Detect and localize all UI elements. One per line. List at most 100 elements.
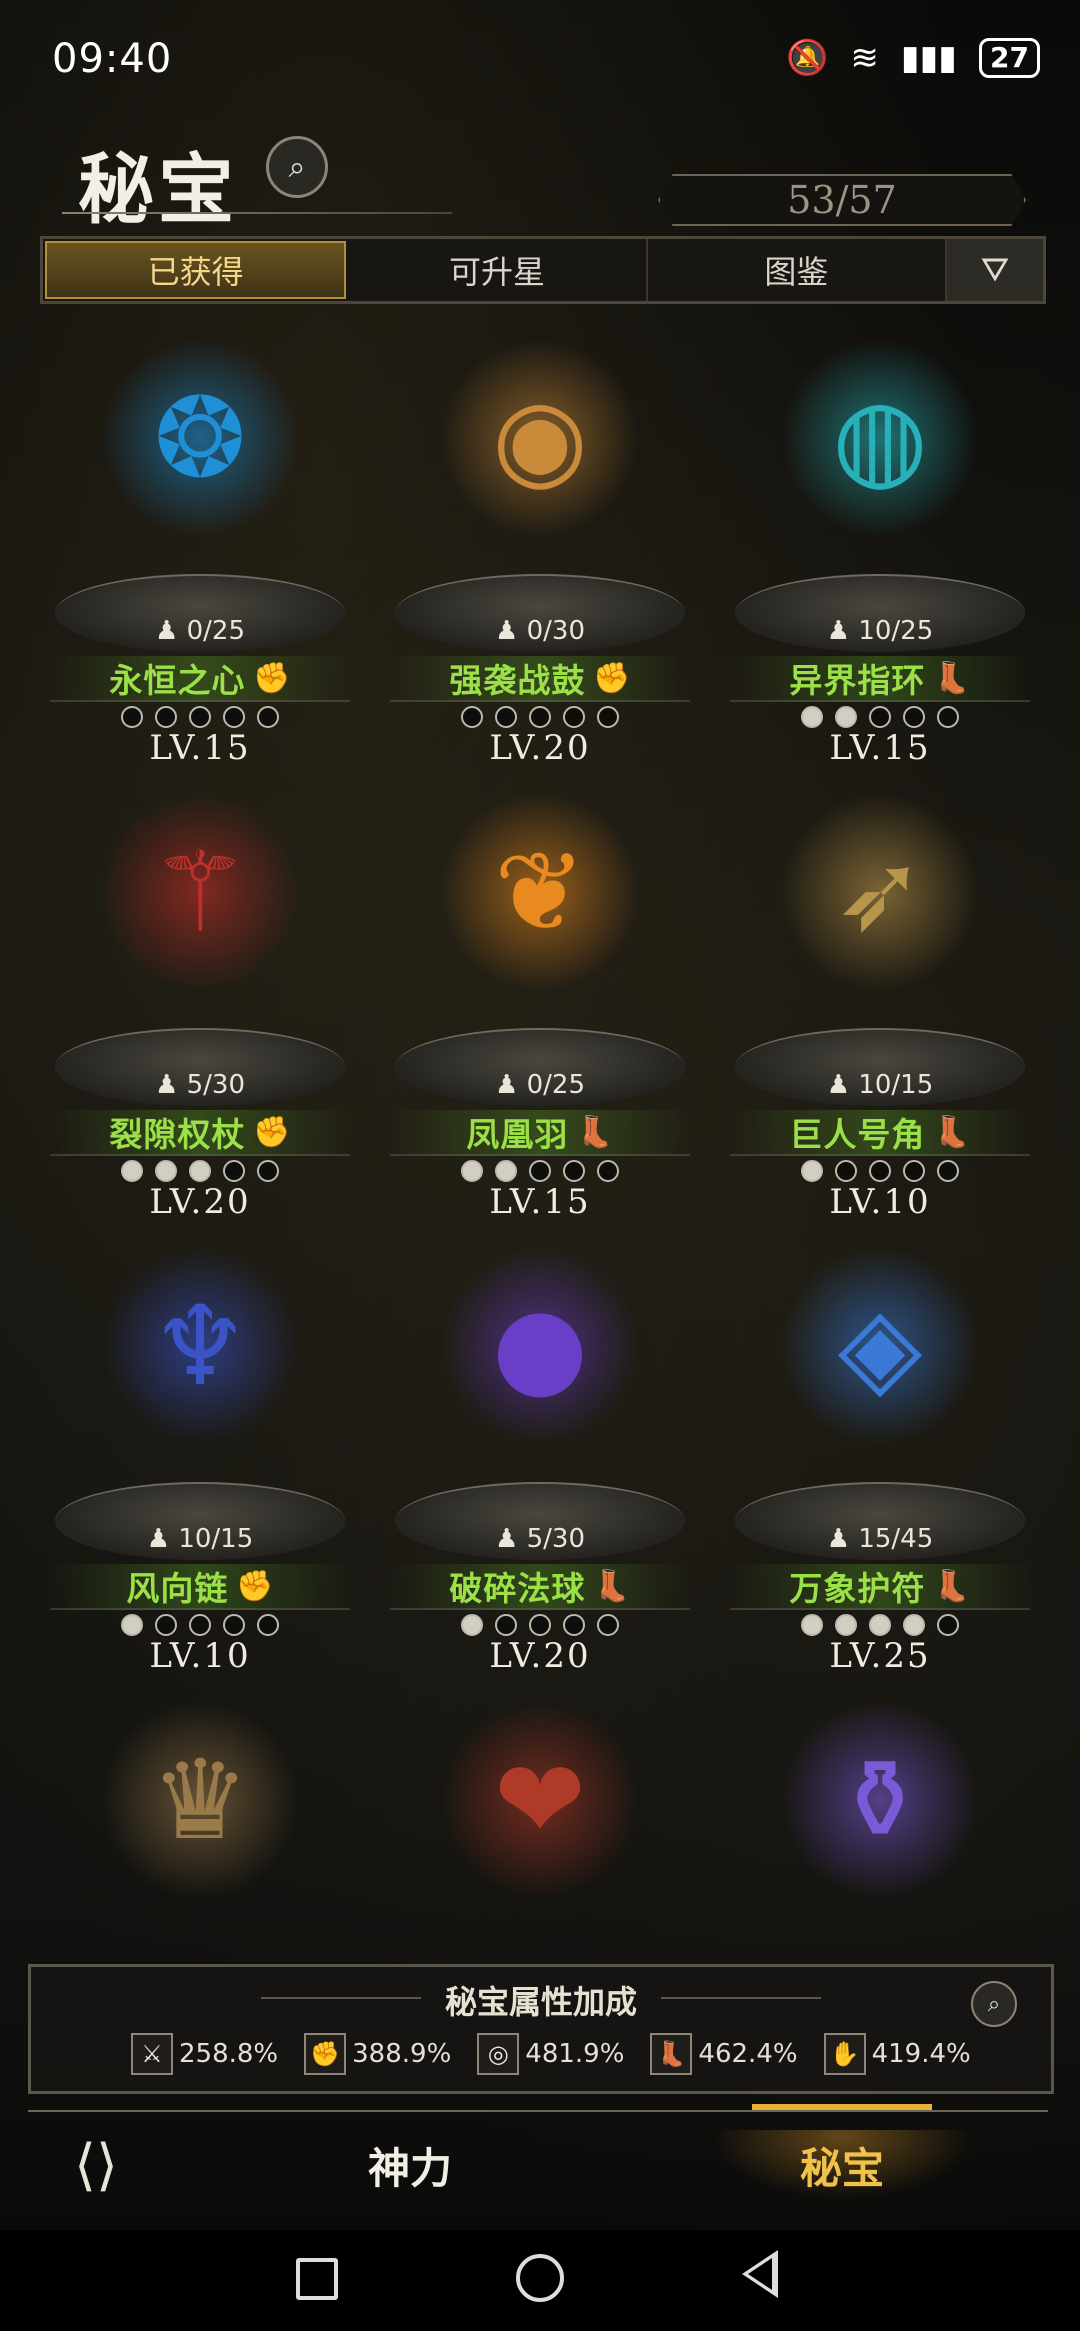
- star-slot: [529, 706, 551, 728]
- treasure-card[interactable]: ♆ ♟ 10/15 风向链 ✊ LV.10: [30, 1226, 370, 1680]
- treasure-card[interactable]: ● ♟ 5/30 破碎法球 👢 LV.20: [370, 1226, 710, 1680]
- tab-upgradable[interactable]: 可升星: [348, 239, 648, 301]
- filter-icon[interactable]: ⛛: [946, 239, 1043, 301]
- back-arrow-icon[interactable]: ⟨⟩: [56, 2130, 136, 2200]
- star-slot: [869, 706, 891, 728]
- treasure-card[interactable]: ⚚ ♟ 5/30 裂隙权杖 ✊ LV.20: [30, 772, 370, 1226]
- scepter-icon: ⚚: [100, 792, 300, 992]
- treasure-card[interactable]: ❂ ♟ 0/25 永恒之心 ✊ LV.15: [30, 318, 370, 772]
- boot-icon: 👢: [576, 1114, 614, 1150]
- tab-codex[interactable]: 图鉴: [648, 239, 947, 301]
- treasure-card[interactable]: ◉ ♟ 0/30 强袭战鼓 ✊ LV.20: [370, 318, 710, 772]
- item-level: LV.15: [149, 728, 251, 768]
- attribute-bonus-panel: 秘宝属性加成 ⌕ ⚔ 258.8% ✊ 388.9% ◎ 481.9% 👢 462.4%…: [28, 1964, 1054, 2094]
- boot-swirl-icon: 👢: [933, 660, 971, 696]
- shard-count: ♟ 10/15: [146, 1524, 254, 1554]
- star-slot: [257, 1614, 279, 1636]
- shard-count: ♟ 10/15: [826, 1070, 934, 1100]
- item-name-row: 破碎法球 👢: [390, 1564, 690, 1610]
- war-drum-icon: ◉: [440, 338, 640, 538]
- item-name-row: 裂隙权杖 ✊: [50, 1110, 350, 1156]
- treasure-card[interactable]: ◍ ♟ 10/25 异界指环 👢 LV.15: [710, 318, 1050, 772]
- treasure-card[interactable]: ❦ ♟ 0/25 凤凰羽 👢 LV.15: [370, 772, 710, 1226]
- star-slot: [801, 706, 823, 728]
- star-slot: [495, 706, 517, 728]
- item-name: 万象护符: [789, 1569, 926, 1608]
- claw-icon: ✋: [823, 2033, 866, 2075]
- system-back-button[interactable]: [742, 2250, 778, 2298]
- bonus-search-icon[interactable]: ⌕: [971, 1981, 1017, 2027]
- shard-value: 10/25: [858, 616, 934, 646]
- item-name-row: 凤凰羽 👢: [390, 1110, 690, 1156]
- item-name-row: 巨人号角 👢: [730, 1110, 1030, 1156]
- star-slot: [121, 706, 143, 728]
- recents-button[interactable]: [296, 2258, 338, 2300]
- horn-icon: ➶: [780, 792, 980, 992]
- status-time: 09:40: [52, 36, 173, 82]
- item-name: 凤凰羽: [466, 1115, 569, 1154]
- necklace-icon: ♆: [100, 1246, 300, 1446]
- status-icons: 🔕 ≋ ▮▮▮ 27: [786, 38, 1040, 78]
- status-bar: 09:40 🔕 ≋ ▮▮▮ 27: [0, 0, 1080, 120]
- item-level: LV.20: [489, 1636, 591, 1676]
- star-slot: [597, 1614, 619, 1636]
- star-rating: [370, 1160, 710, 1182]
- star-slot: [155, 706, 177, 728]
- ring-icon: ◍: [780, 338, 980, 538]
- star-slot: [903, 1614, 925, 1636]
- boot-swirl-icon: 👢: [933, 1568, 971, 1604]
- shard-value: 0/30: [526, 616, 585, 646]
- tab-obtained[interactable]: 已获得: [45, 241, 347, 299]
- star-slot: [223, 1160, 245, 1182]
- nav-divider: [28, 2110, 1048, 2112]
- boot-swirl-icon: 👢: [593, 1568, 631, 1604]
- item-name-row: 万象护符 👢: [730, 1564, 1030, 1610]
- star-slot: [563, 1160, 585, 1182]
- item-name: 异界指环: [789, 661, 926, 700]
- star-rating: [370, 706, 710, 728]
- star-rating: [710, 1614, 1050, 1636]
- star-slot: [801, 1160, 823, 1182]
- title-search-icon[interactable]: ⌕: [266, 136, 328, 198]
- star-slot: [937, 706, 959, 728]
- bonus-stats: ⚔ 258.8% ✊ 388.9% ◎ 481.9% 👢 462.4% ✋ 419.4%: [131, 2033, 971, 2075]
- battery-icon: 27: [979, 38, 1040, 78]
- stat-value: 258.8%: [179, 2039, 279, 2069]
- star-rating: [30, 1160, 370, 1182]
- amulet-icon: ◈: [780, 1246, 980, 1446]
- bonus-divider-right: [661, 1997, 821, 1999]
- item-name-row: 异界指环 👢: [730, 656, 1030, 702]
- treasure-grid: ❂ ♟ 0/25 永恒之心 ✊ LV.15 ◉ ♟ 0/30 强袭战鼓 ✊ LV.…: [30, 318, 1050, 2134]
- treasure-card[interactable]: ➶ ♟ 10/15 巨人号角 👢 LV.10: [710, 772, 1050, 1226]
- fist-icon: ✊: [304, 2033, 347, 2075]
- star-slot: [869, 1160, 891, 1182]
- home-button[interactable]: [516, 2254, 564, 2302]
- star-slot: [495, 1614, 517, 1636]
- star-slot: [155, 1614, 177, 1636]
- tab-bar: 已获得 可升星 图鉴 ⛛: [40, 236, 1046, 304]
- star-slot: [937, 1614, 959, 1636]
- fist-icon: ✊: [236, 1568, 274, 1604]
- star-slot: [597, 706, 619, 728]
- feather-icon: ❦: [440, 792, 640, 992]
- item-name: 裂隙权杖: [109, 1115, 246, 1154]
- treasure-card[interactable]: ◈ ♟ 15/45 万象护符 👢 LV.25: [710, 1226, 1050, 1680]
- nav-tab-treasure[interactable]: 秘宝: [712, 2130, 972, 2200]
- shard-count: ♟ 0/25: [495, 1070, 585, 1100]
- mute-icon: 🔕: [786, 38, 829, 78]
- stat-attack: ⚔ 258.8%: [131, 2033, 278, 2075]
- star-slot: [563, 706, 585, 728]
- title-divider: [62, 212, 452, 214]
- star-slot: [121, 1160, 143, 1182]
- star-slot: [461, 1614, 483, 1636]
- shard-count: ♟ 0/30: [495, 616, 585, 646]
- stat-value: 388.9%: [352, 2039, 452, 2069]
- star-slot: [903, 706, 925, 728]
- item-name: 永恒之心: [109, 661, 246, 700]
- item-name-row: 风向链 ✊: [50, 1564, 350, 1610]
- nav-tab-divine-power[interactable]: 神力: [280, 2130, 540, 2200]
- star-slot: [189, 706, 211, 728]
- item-name: 风向链: [126, 1569, 229, 1608]
- star-slot: [903, 1160, 925, 1182]
- fist-swirl-icon: ✊: [593, 660, 631, 696]
